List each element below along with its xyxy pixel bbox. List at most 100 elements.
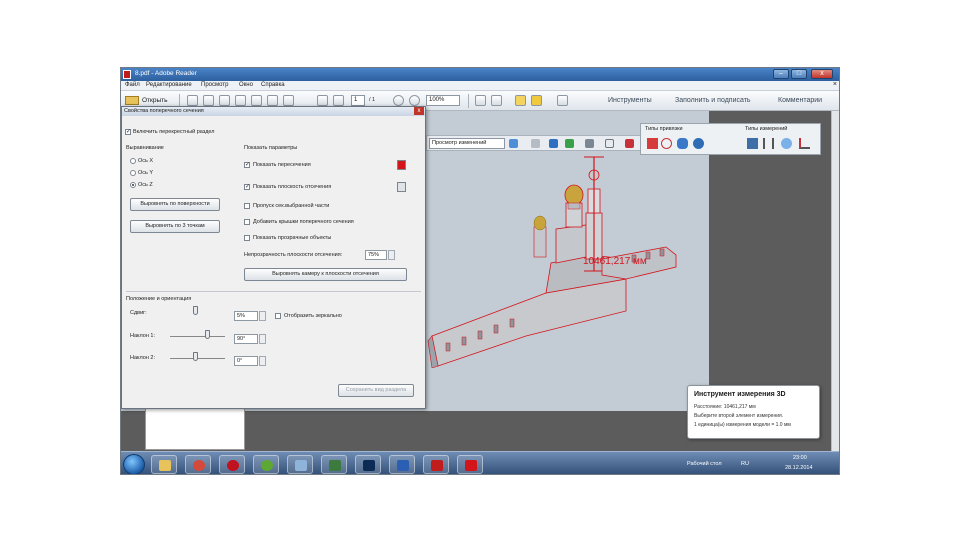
- snap-circle-icon[interactable]: [661, 138, 672, 149]
- taskbar-photoshop[interactable]: [355, 455, 381, 474]
- measure-distance-icon[interactable]: [747, 138, 758, 149]
- show-plane-label: Показать плоскость отсечения: [253, 184, 332, 190]
- menu-close-icon[interactable]: ×: [833, 81, 837, 88]
- prev-page-icon[interactable]: [317, 95, 328, 106]
- menu-window[interactable]: Окно: [239, 82, 253, 88]
- axis-x-radio[interactable]: [130, 158, 136, 164]
- tilt2-input[interactable]: 0°: [234, 356, 258, 366]
- zoom-out-icon[interactable]: [393, 95, 404, 106]
- offset-input[interactable]: 5%: [234, 311, 258, 321]
- comments-link[interactable]: Комментарии: [778, 97, 822, 104]
- cross-section-icon[interactable]: [625, 139, 634, 148]
- open-folder-icon[interactable]: [125, 96, 139, 105]
- dialog-title[interactable]: Свойства поперечного сечения: [122, 107, 425, 116]
- email-icon[interactable]: [283, 95, 294, 106]
- show-transparent-checkbox[interactable]: [244, 235, 250, 241]
- share-icon[interactable]: [235, 95, 246, 106]
- measure-angle-icon[interactable]: [799, 138, 810, 149]
- opacity-input[interactable]: 75%: [365, 250, 387, 260]
- minimize-button[interactable]: –: [773, 69, 789, 79]
- show-plane-checkbox[interactable]: ✓: [244, 184, 250, 190]
- chrome-icon: [193, 460, 205, 471]
- taskbar-app2[interactable]: [457, 455, 483, 474]
- expand-icon[interactable]: [557, 95, 568, 106]
- clock-date[interactable]: 28.12.2014: [785, 465, 813, 471]
- taskbar-utorrent[interactable]: [253, 455, 279, 474]
- taskbar-app[interactable]: [287, 455, 313, 474]
- building-3d-model[interactable]: [426, 151, 710, 368]
- page-number-input[interactable]: 1: [351, 95, 365, 106]
- fit-page-icon[interactable]: [475, 95, 486, 106]
- zoom-select[interactable]: 100%: [426, 95, 460, 106]
- snap-point-icon[interactable]: [647, 138, 658, 149]
- tilt1-slider[interactable]: [205, 330, 210, 339]
- rotate-icon[interactable]: [549, 139, 558, 148]
- fit-width-icon[interactable]: [491, 95, 502, 106]
- dialog-close-icon[interactable]: x: [414, 107, 424, 115]
- next-page-icon[interactable]: [333, 95, 344, 106]
- fill-sign-link[interactable]: Заполнить и подписать: [675, 97, 751, 104]
- tilt1-spinner[interactable]: [259, 334, 266, 344]
- taskbar-explorer[interactable]: [151, 455, 177, 474]
- plane-color-swatch[interactable]: [397, 182, 406, 192]
- intersection-color-swatch[interactable]: [397, 160, 406, 170]
- maximize-button[interactable]: □: [791, 69, 807, 79]
- window-titlebar[interactable]: 8.pdf - Adobe Reader – □ x: [121, 68, 839, 81]
- menu-edit[interactable]: Редактирование: [146, 82, 192, 88]
- offset-slider[interactable]: [193, 306, 198, 315]
- page-thumbnail[interactable]: [145, 408, 245, 450]
- play-icon[interactable]: [531, 139, 540, 148]
- edit-icon[interactable]: [219, 95, 230, 106]
- measure-radius-icon[interactable]: [781, 138, 792, 149]
- window-title: 8.pdf - Adobe Reader: [135, 70, 197, 77]
- align-three-points-button[interactable]: Выровнять по 3 точкам: [130, 220, 220, 233]
- close-button[interactable]: x: [811, 69, 833, 79]
- save-section-view-button[interactable]: Сохранить вид раздела: [338, 384, 414, 397]
- lighting-icon[interactable]: [585, 139, 594, 148]
- align-camera-button[interactable]: Выровнять камеру к плоскости отсечения: [244, 268, 407, 281]
- highlight-icon[interactable]: [531, 95, 542, 106]
- model-tree-icon[interactable]: [509, 139, 518, 148]
- start-button[interactable]: [123, 454, 145, 474]
- vertical-scrollbar[interactable]: [831, 111, 839, 451]
- windows-taskbar: Рабочий стол RU 23:00 28.12.2014: [121, 451, 839, 474]
- axis-z-radio[interactable]: [130, 182, 136, 188]
- enable-cross-section-checkbox[interactable]: ✓: [125, 129, 131, 135]
- axis-y-radio[interactable]: [130, 170, 136, 176]
- show-intersections-checkbox[interactable]: ✓: [244, 162, 250, 168]
- clock-time[interactable]: 23:00: [793, 455, 807, 461]
- opacity-spinner[interactable]: [388, 250, 395, 260]
- view-select[interactable]: Просмотр изменений: [429, 138, 505, 149]
- taskbar-media[interactable]: [321, 455, 347, 474]
- desktop-label[interactable]: Рабочий стол: [687, 461, 722, 467]
- ignore-selected-checkbox[interactable]: [244, 203, 250, 209]
- zoom-in-icon[interactable]: [409, 95, 420, 106]
- menu-file[interactable]: Файл: [125, 82, 140, 88]
- taskbar-adobe-reader[interactable]: [423, 455, 449, 474]
- language-indicator[interactable]: RU: [741, 461, 749, 467]
- print-icon[interactable]: [267, 95, 278, 106]
- measure-perpendicular-icon[interactable]: [763, 138, 774, 149]
- menu-help[interactable]: Справка: [261, 82, 285, 88]
- tilt2-slider[interactable]: [193, 352, 198, 361]
- add-caps-checkbox[interactable]: [244, 219, 250, 225]
- background-icon[interactable]: [605, 139, 614, 148]
- tilt2-spinner[interactable]: [259, 356, 266, 366]
- align-surface-button[interactable]: Выровнять по поверхности: [130, 198, 220, 211]
- taskbar-chrome[interactable]: [185, 455, 211, 474]
- menu-view[interactable]: Просмотр: [201, 82, 228, 88]
- flip-checkbox[interactable]: [275, 313, 281, 319]
- snap-surface-icon[interactable]: [693, 138, 704, 149]
- taskbar-opera[interactable]: [219, 455, 245, 474]
- open-button[interactable]: Открыть: [142, 97, 168, 104]
- comment-icon[interactable]: [515, 95, 526, 106]
- offset-spinner[interactable]: [259, 311, 266, 321]
- pan-icon[interactable]: [565, 139, 574, 148]
- snap-cylinder-icon[interactable]: [677, 138, 688, 149]
- export-icon[interactable]: [203, 95, 214, 106]
- create-pdf-icon[interactable]: [187, 95, 198, 106]
- tools-link[interactable]: Инструменты: [608, 97, 652, 104]
- save-icon[interactable]: [251, 95, 262, 106]
- tilt1-input[interactable]: 90°: [234, 334, 258, 344]
- taskbar-word[interactable]: [389, 455, 415, 474]
